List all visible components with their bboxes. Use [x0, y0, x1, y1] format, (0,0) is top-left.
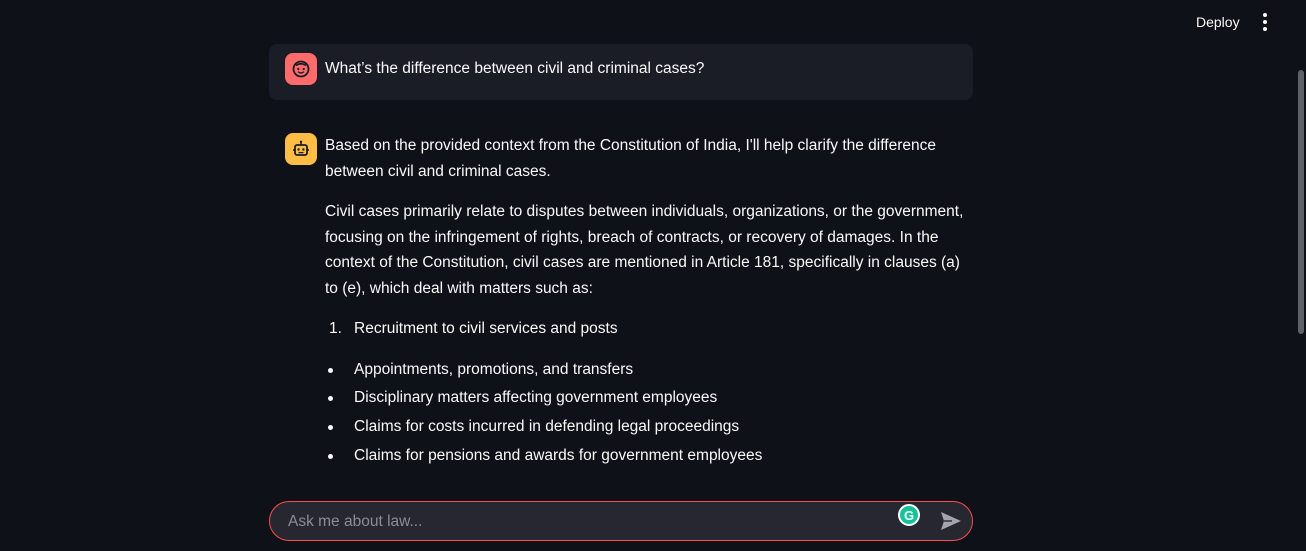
bullet-icon: [328, 396, 333, 402]
list-item-text: Claims for pensions and awards for gover…: [354, 446, 763, 464]
grammarly-icon[interactable]: G: [898, 504, 920, 526]
list-item-text: Recruitment to civil services and posts: [354, 320, 618, 337]
list-item-text: Disciplinary matters affecting governmen…: [354, 389, 718, 407]
chat-input[interactable]: [286, 502, 870, 542]
robot-icon: [285, 133, 317, 165]
send-icon[interactable]: [940, 511, 962, 531]
user-message: What’s the difference between civil and …: [269, 44, 973, 100]
bullet-list: Appointments, promotions, and transfers …: [325, 356, 975, 471]
user-message-text: What’s the difference between civil and …: [325, 60, 705, 77]
list-item: Appointments, promotions, and transfers: [325, 356, 975, 385]
kebab-menu-icon[interactable]: [1256, 12, 1274, 32]
list-item-text: Claims for costs incurred in defending l…: [354, 417, 740, 435]
list-item: 1. Recruitment to civil services and pos…: [325, 316, 975, 342]
deploy-button[interactable]: Deploy: [1186, 13, 1250, 31]
bullet-icon: [328, 367, 333, 373]
list-item: Disciplinary matters affecting governmen…: [325, 384, 975, 413]
bullet-icon: [328, 453, 333, 459]
assistant-paragraph: Based on the provided context from the C…: [325, 137, 936, 180]
assistant-paragraph: Civil cases primarily relate to disputes…: [325, 203, 964, 297]
assistant-message-body: Based on the provided context from the C…: [325, 133, 975, 470]
scrollbar-track[interactable]: [1296, 0, 1306, 551]
bullet-icon: [328, 424, 333, 430]
list-item-text: Appointments, promotions, and transfers: [354, 360, 634, 378]
user-face-icon: [285, 53, 317, 85]
list-number: 1.: [329, 320, 342, 337]
list-item: Claims for pensions and awards for gover…: [325, 442, 975, 471]
chat-input-container[interactable]: G: [269, 501, 973, 542]
top-toolbar: Deploy: [0, 0, 1306, 44]
list-item: Claims for costs incurred in defending l…: [325, 413, 975, 442]
ordered-list: 1. Recruitment to civil services and pos…: [325, 316, 975, 342]
scrollbar-thumb[interactable]: [1298, 70, 1304, 334]
